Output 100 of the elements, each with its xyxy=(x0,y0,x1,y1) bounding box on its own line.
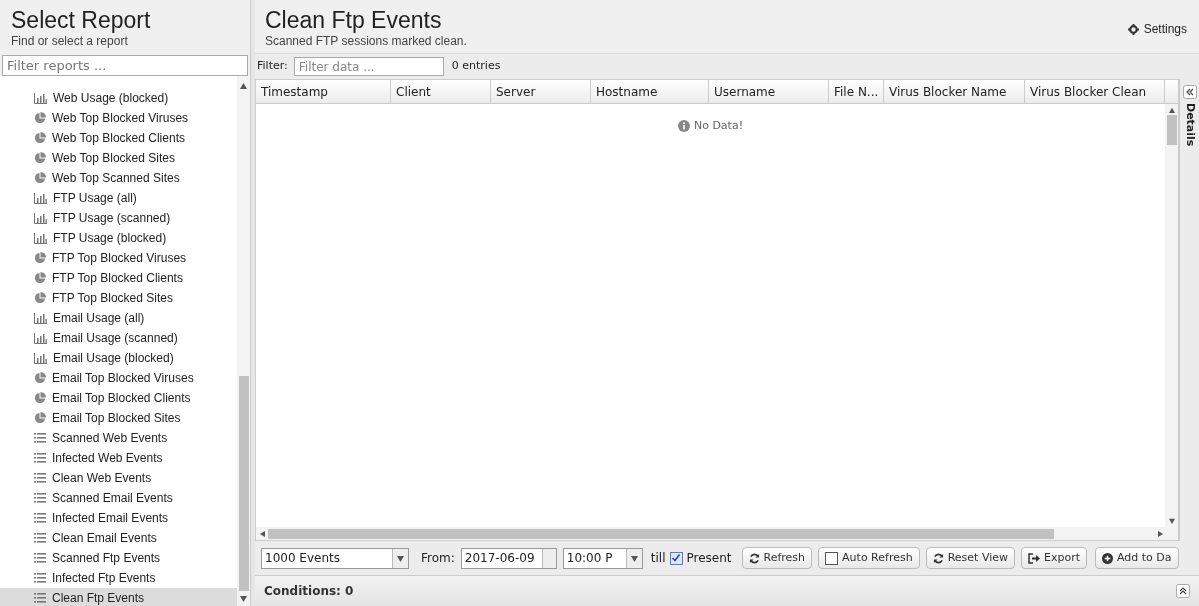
filter-label: Filter: xyxy=(257,58,288,75)
report-subtitle: Scanned FTP sessions marked clean. xyxy=(265,34,467,48)
list-icon xyxy=(34,453,46,463)
report-list-item[interactable]: Clean Ftp Events xyxy=(0,588,237,606)
info-icon xyxy=(677,120,690,132)
details-panel[interactable]: Details xyxy=(1179,79,1199,541)
export-button[interactable]: Export xyxy=(1021,547,1087,569)
report-title: Clean Ftp Events xyxy=(265,6,443,34)
report-list-item[interactable]: Infected Web Events xyxy=(0,448,237,468)
scroll-left-arrow-icon[interactable] xyxy=(259,530,265,537)
scroll-down-arrow-icon[interactable] xyxy=(1168,518,1175,524)
till-label: till xyxy=(650,550,666,567)
pie-chart-icon xyxy=(34,152,46,164)
bar-chart-icon xyxy=(34,232,47,244)
refresh-button[interactable]: Refresh xyxy=(741,547,813,569)
reset-view-button[interactable]: Reset View xyxy=(925,547,1015,569)
report-list-item[interactable]: Scanned Email Events xyxy=(0,488,237,508)
report-list-item[interactable]: Clean Web Events xyxy=(0,468,237,488)
present-label: Present xyxy=(686,550,732,567)
report-list-item[interactable]: Clean Email Events xyxy=(0,528,237,548)
date-field[interactable]: 2017-06-09 xyxy=(460,547,557,569)
column-header[interactable]: Timestamp xyxy=(256,80,391,103)
scrollbar-thumb[interactable] xyxy=(238,376,249,591)
add-to-dashboard-button[interactable]: Add to Da xyxy=(1095,547,1179,569)
pie-chart-icon xyxy=(34,372,46,384)
expand-icon[interactable] xyxy=(1182,85,1197,99)
report-list-item[interactable]: FTP Top Blocked Sites xyxy=(0,288,237,308)
from-label: From: xyxy=(421,550,455,567)
list-icon xyxy=(34,473,46,483)
column-header[interactable]: File N... xyxy=(829,80,884,103)
pie-chart-icon xyxy=(34,132,46,144)
details-label: Details xyxy=(1182,103,1198,147)
report-list-item[interactable]: Web Usage (blocked) xyxy=(0,88,237,108)
report-list-item[interactable]: Email Top Blocked Sites xyxy=(0,408,237,428)
scrollbar[interactable] xyxy=(237,76,250,606)
column-header[interactable]: Virus Blocker Name xyxy=(884,80,1025,103)
report-list-item[interactable]: Infected Email Events xyxy=(0,508,237,528)
checkbox[interactable] xyxy=(669,551,683,565)
filter-reports-field[interactable]: Filter reports ... xyxy=(2,55,248,76)
filter-data-field[interactable]: Filter data ... xyxy=(293,57,444,76)
column-header[interactable]: Virus Blocker Clean xyxy=(1025,80,1165,103)
pie-chart-icon xyxy=(34,292,46,304)
report-list-item[interactable]: Web Top Blocked Clients xyxy=(0,128,237,148)
collapse-icon[interactable] xyxy=(1176,584,1190,598)
column-header[interactable]: Username xyxy=(709,80,829,103)
report-list-item[interactable]: Email Usage (blocked) xyxy=(0,348,237,368)
report-list-item[interactable]: FTP Usage (all) xyxy=(0,188,237,208)
scrollbar-thumb[interactable] xyxy=(268,528,1054,539)
report-list-item[interactable]: FTP Top Blocked Viruses xyxy=(0,248,237,268)
report-list-item[interactable]: Scanned Web Events xyxy=(0,428,237,448)
horizontal-scrollbar[interactable] xyxy=(256,527,1178,540)
refresh-icon xyxy=(932,552,944,564)
event-limit-select[interactable]: 1000 Events xyxy=(261,547,409,569)
report-list-item[interactable]: Email Top Blocked Clients xyxy=(0,388,237,408)
report-list-item[interactable]: Email Usage (all) xyxy=(0,308,237,328)
bar-chart-icon xyxy=(34,92,47,104)
vertical-scrollbar[interactable] xyxy=(1165,104,1178,527)
time-select[interactable]: 10:00 P xyxy=(562,547,643,569)
pie-chart-icon xyxy=(34,172,46,184)
pie-chart-icon xyxy=(34,272,46,284)
report-list-item[interactable]: Web Top Blocked Sites xyxy=(0,148,237,168)
report-list-item[interactable]: Email Top Blocked Viruses xyxy=(0,368,237,388)
plus-circle-icon xyxy=(1102,552,1113,564)
report-list-item[interactable]: Scanned Ftp Events xyxy=(0,548,237,568)
pie-chart-icon xyxy=(34,112,46,124)
pie-chart-icon xyxy=(34,412,46,424)
bar-chart-icon xyxy=(34,332,47,344)
list-icon xyxy=(34,533,46,543)
list-icon xyxy=(34,513,46,523)
export-icon xyxy=(1028,552,1040,564)
scroll-right-arrow-icon[interactable] xyxy=(1158,530,1164,537)
list-icon xyxy=(34,433,46,443)
column-header[interactable]: Hostname xyxy=(591,80,709,103)
auto-refresh-button[interactable]: Auto Refresh xyxy=(818,547,920,569)
list-icon xyxy=(34,593,46,603)
scroll-up-arrow-icon[interactable] xyxy=(240,82,247,89)
report-list-item[interactable]: Web Top Scanned Sites xyxy=(0,168,237,188)
conditions-label: Conditions: 0 xyxy=(264,583,354,600)
scrollbar-thumb[interactable] xyxy=(1166,115,1177,145)
report-list-item[interactable]: FTP Usage (blocked) xyxy=(0,228,237,248)
column-header[interactable]: Client xyxy=(391,80,491,103)
dropdown-arrow-icon[interactable] xyxy=(630,554,638,562)
column-header[interactable]: Server xyxy=(491,80,591,103)
report-list-item[interactable]: Web Top Blocked Viruses xyxy=(0,108,237,128)
calendar-icon[interactable] xyxy=(541,548,556,568)
list-icon xyxy=(34,493,46,503)
report-list-item[interactable]: FTP Usage (scanned) xyxy=(0,208,237,228)
checkbox[interactable] xyxy=(825,551,839,565)
bar-chart-icon xyxy=(34,192,47,204)
bar-chart-icon xyxy=(34,352,47,364)
report-list-item[interactable]: Infected Ftp Events xyxy=(0,568,237,588)
dropdown-arrow-icon[interactable] xyxy=(397,554,404,562)
scroll-down-arrow-icon[interactable] xyxy=(240,595,247,602)
report-list-item[interactable]: FTP Top Blocked Clients xyxy=(0,268,237,288)
refresh-icon xyxy=(748,552,760,564)
list-icon xyxy=(34,573,46,583)
bar-chart-icon xyxy=(34,312,47,324)
settings-button[interactable]: Settings xyxy=(1127,20,1187,38)
report-list-item[interactable]: Email Usage (scanned) xyxy=(0,328,237,348)
scroll-up-arrow-icon[interactable] xyxy=(1168,107,1175,113)
